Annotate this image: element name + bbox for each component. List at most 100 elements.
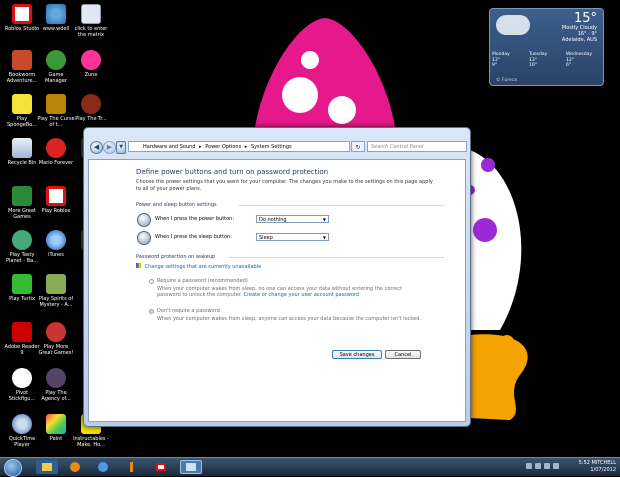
network-icon[interactable]: [535, 463, 541, 469]
games-icon: [12, 186, 32, 206]
breadcrumb-separator: ▸: [199, 144, 202, 150]
page-title: Define power buttons and turn on passwor…: [136, 168, 329, 176]
desktop-icon-play-the-tr[interactable]: Play The Tr...: [72, 94, 110, 122]
roblox-taskbar-button[interactable]: [150, 460, 172, 474]
desktop-icon-label: Bookworm Adventure...: [6, 72, 38, 84]
forecast-day: Tuesday 13° 10°: [529, 52, 563, 69]
desktop-icon-adobe-reader[interactable]: Adobe Reader 9: [3, 322, 41, 356]
zune-icon: [81, 50, 101, 70]
cancel-button[interactable]: Cancel: [385, 350, 421, 359]
desktop-icon-game-manager[interactable]: Game Manager: [37, 50, 75, 84]
recycle-bin-icon: [12, 138, 32, 158]
forecast-day: Wednesday 12° 6°: [566, 52, 600, 69]
spongebob-icon: [12, 94, 32, 114]
desktop-icon-pivot[interactable]: Pivot Stickfigu...: [3, 368, 41, 402]
desktop-icon-quicktime[interactable]: QuickTime Player: [3, 414, 41, 448]
desktop-icon-label: Play The Curse of t...: [37, 116, 75, 128]
dont-require-password-radio[interactable]: [149, 309, 154, 314]
desktop-icon-matrix[interactable]: click to enter the matrix: [72, 4, 110, 38]
desktop-icon-roblox-studio[interactable]: Roblox Studio: [3, 4, 41, 32]
weather-gadget[interactable]: 15° Mostly Cloudy 16° · 9° Adelaide, AUS…: [489, 8, 604, 86]
desktop-icon-label: Mario Forever: [38, 160, 74, 166]
desktop-icon-label: Pivot Stickfigu...: [8, 390, 36, 402]
internet-explorer-icon: [98, 462, 108, 472]
require-password-title: Require a password (recommended): [157, 278, 248, 284]
sleep-button-icon: [137, 231, 151, 245]
change-settings-link[interactable]: Change settings that are currently unava…: [145, 264, 262, 270]
power-button-value: Do nothing: [259, 217, 287, 223]
roblox-icon: [156, 463, 166, 471]
chevron-down-icon[interactable]: ▼: [116, 141, 126, 154]
desktop-icon-paint[interactable]: Paint: [37, 414, 75, 442]
sleep-button-select[interactable]: Sleep ▼: [256, 233, 329, 241]
breadcrumb-power-options[interactable]: Power Options: [205, 144, 241, 150]
shortcut-icon: [81, 4, 101, 24]
back-button[interactable]: ◀: [90, 141, 103, 154]
desktop-icon-turtix[interactable]: Play Turtix: [3, 274, 41, 302]
system-settings-window[interactable]: ◀ ▶ ▼ Hardware and Sound ▸ Power Options…: [83, 127, 471, 427]
adobe-reader-icon: [12, 322, 32, 342]
cloud-icon: [496, 15, 530, 35]
forward-button[interactable]: ▶: [103, 141, 116, 154]
sleep-button-value: Sleep: [259, 235, 273, 241]
internet-explorer-taskbar-button[interactable]: [92, 460, 114, 474]
save-changes-button[interactable]: Save changes: [332, 350, 382, 359]
taskbar-clock[interactable]: 5:52 MITCHELL 1/07/2012: [579, 460, 616, 473]
desktop-icon-label: iTunes: [48, 252, 64, 258]
forecast-lo: 9°: [492, 63, 498, 68]
desktop-icon-label: Play Turtix: [9, 296, 35, 302]
address-bar[interactable]: Hardware and Sound ▸ Power Options ▸ Sys…: [128, 141, 350, 152]
agency-icon: [46, 368, 66, 388]
desktop-icon-label: QuickTime Player: [8, 436, 36, 448]
require-password-radio[interactable]: [149, 279, 154, 284]
tasty-planet-icon: [12, 230, 32, 250]
weather-temperature: 15°: [573, 11, 597, 26]
power-button-select[interactable]: Do nothing ▼: [256, 215, 329, 223]
sleep-button-label: When I press the sleep button:: [155, 234, 232, 240]
spirits-icon: [46, 274, 66, 294]
desktop-icon-spongebob[interactable]: Play SpongeBo...: [3, 94, 41, 128]
desktop-icon-mario[interactable]: Mario Forever: [37, 138, 75, 166]
desktop-icon-curse[interactable]: Play The Curse of t...: [37, 94, 75, 128]
control-panel-taskbar-button[interactable]: [180, 460, 202, 474]
explorer-taskbar-button[interactable]: [36, 460, 58, 474]
volume-icon[interactable]: [544, 463, 550, 469]
desktop-icon-zune[interactable]: Zune: [72, 50, 110, 78]
desktop-icon-wdell[interactable]: www.wdell: [37, 4, 75, 32]
media-player-taskbar-button[interactable]: [64, 460, 86, 474]
ship-wheel-icon: [81, 94, 101, 114]
desktop-icon-play-roblox[interactable]: Play Roblox: [37, 186, 75, 214]
desktop-icon-more-great-games[interactable]: More Great Games: [3, 186, 41, 220]
desktop-icon-itunes[interactable]: iTunes: [37, 230, 75, 258]
breadcrumb-system-settings[interactable]: System Settings: [251, 144, 292, 150]
search-input[interactable]: Search Control Panel: [367, 141, 467, 152]
curse-game-icon: [46, 94, 66, 114]
chevron-down-icon: ▼: [322, 217, 326, 222]
desktop-icon-label: Paint: [49, 436, 63, 442]
desktop-icon-label: Play More Great Games!: [38, 344, 74, 356]
desktop-icon-play-more-great-games[interactable]: Play More Great Games!: [37, 322, 75, 356]
desktop-icon-bookworm[interactable]: Bookworm Adventure...: [3, 50, 41, 84]
create-password-link[interactable]: Create or change your user account passw…: [244, 292, 359, 298]
desktop-icon-recycle-bin[interactable]: Recycle Bin: [3, 138, 41, 166]
breadcrumb-hardware-and-sound[interactable]: Hardware and Sound: [143, 144, 195, 150]
breadcrumb-separator: ▸: [244, 144, 248, 150]
start-button[interactable]: [4, 459, 22, 477]
desktop-icon-label: Play The Tr...: [75, 116, 107, 122]
folder-icon: [42, 463, 52, 471]
desktop-icon-tasty-planet[interactable]: Play Tasty Planet - Ba...: [3, 230, 41, 264]
power-icon[interactable]: [553, 463, 559, 469]
pivot-taskbar-button[interactable]: [121, 460, 143, 474]
desktop-icon-spirits[interactable]: Play Spirits of Mystery - A...: [37, 274, 75, 308]
change-settings-row[interactable]: Change settings that are currently unava…: [136, 263, 261, 270]
refresh-button[interactable]: ↻: [351, 141, 365, 152]
desktop-icon-label: Play Spirits of Mystery - A...: [38, 296, 74, 308]
section-power-buttons: Power and sleep button settings: [136, 202, 217, 208]
window-content: Define power buttons and turn on passwor…: [88, 159, 466, 422]
weather-condition-block: Mostly Cloudy 16° · 9° Adelaide, AUS: [562, 25, 597, 43]
desktop-icon-label: Play Roblox: [41, 208, 71, 214]
chevron-down-icon: ▼: [322, 235, 326, 240]
flag-icon[interactable]: [526, 463, 532, 469]
dont-require-password-title: Don't require a password: [157, 308, 220, 314]
desktop-icon-agency[interactable]: Play The Agency of...: [37, 368, 75, 402]
